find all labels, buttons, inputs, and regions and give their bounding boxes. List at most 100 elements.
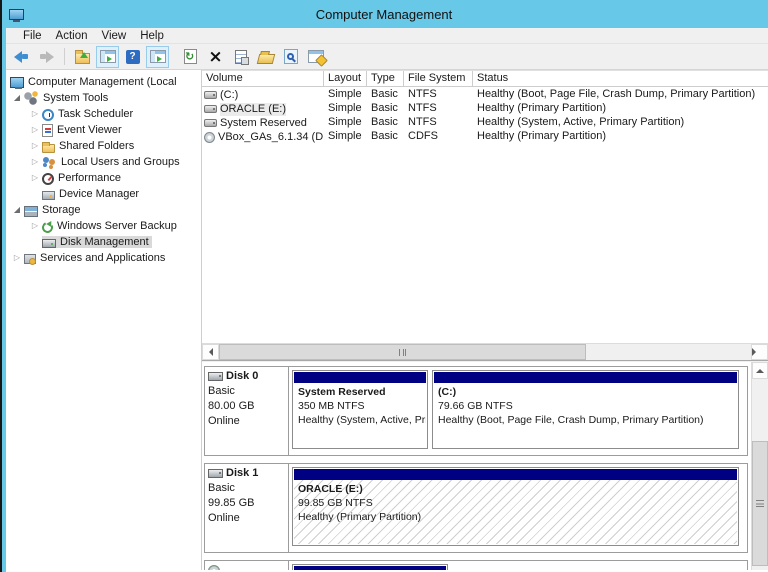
disk-name: Disk 0 <box>226 370 259 382</box>
column-header-status[interactable]: Status <box>473 71 768 86</box>
cell-layout: Simple <box>328 116 362 128</box>
sidebar-item-device-manager[interactable]: Device Manager <box>6 186 201 202</box>
scroll-left-button[interactable] <box>202 344 219 360</box>
volume-name: ORACLE (E:) <box>220 102 287 116</box>
window-title: Computer Management <box>315 6 453 22</box>
shared-folders-icon <box>42 141 55 153</box>
table-row[interactable]: System Reserved Simple Basic NTFS Health… <box>202 116 768 130</box>
sidebar-item-disk-management[interactable]: Disk Management <box>6 234 201 250</box>
task-scheduler-icon <box>42 108 54 121</box>
partition-color-bar <box>434 372 737 383</box>
menu-action[interactable]: Action <box>49 29 95 43</box>
table-row[interactable]: (C:) Simple Basic NTFS Healthy (Boot, Pa… <box>202 88 768 102</box>
scrollbar-track[interactable] <box>586 344 751 360</box>
drive-icon <box>204 119 217 127</box>
console-window-button[interactable] <box>304 46 327 68</box>
toggle-console-tree-button[interactable] <box>96 45 119 68</box>
chevron-collapsed-icon[interactable]: ▷ <box>28 218 42 234</box>
event-viewer-icon <box>42 123 53 137</box>
disk-graph-pane: Disk 0 Basic 80.00 GB Online System Rese… <box>202 362 768 570</box>
cell-status: Healthy (Primary Partition) <box>477 130 606 142</box>
volume-name: System Reserved <box>220 116 307 129</box>
sidebar-item-event-viewer[interactable]: ▷ Event Viewer <box>6 122 201 138</box>
disk-0-partitions: System Reserved 350 MB NTFS Healthy (Sys… <box>289 367 747 455</box>
details-area: Volume Layout Type File System Status (C… <box>202 70 768 570</box>
sidebar-item-shared-folders[interactable]: ▷ Shared Folders <box>6 138 201 154</box>
partition-dvd[interactable] <box>292 564 448 570</box>
chevron-collapsed-icon[interactable]: ▷ <box>28 170 42 186</box>
console-window-icon <box>307 50 324 63</box>
backup-icon <box>40 219 55 234</box>
menu-view[interactable]: View <box>95 29 134 43</box>
cell-type: Basic <box>371 130 398 142</box>
chevron-collapsed-icon[interactable]: ▷ <box>28 138 42 154</box>
scroll-left-icon <box>205 348 213 356</box>
disk-1-label[interactable]: Disk 1 Basic 99.85 GB Online <box>205 464 289 552</box>
scroll-right-button[interactable] <box>751 344 768 360</box>
back-button[interactable] <box>10 46 33 68</box>
disk-1-partitions: ORACLE (E:) 99.85 GB NTFS Healthy (Prima… <box>289 464 747 552</box>
disk-0-label[interactable]: Disk 0 Basic 80.00 GB Online <box>205 367 289 455</box>
sidebar-item-label: Local Users and Groups <box>61 156 180 168</box>
chevron-collapsed-icon[interactable]: ▷ <box>10 250 24 266</box>
menu-file[interactable]: File <box>16 29 49 43</box>
sidebar-item-services-applications[interactable]: ▷ Services and Applications <box>6 250 201 266</box>
partition-health: Healthy (System, Active, Primary Partiti… <box>298 414 426 426</box>
scroll-up-button[interactable] <box>752 362 768 379</box>
up-folder-button[interactable] <box>71 46 94 68</box>
partition-c[interactable]: (C:) 79.66 GB NTFS Healthy (Boot, Page F… <box>432 370 739 449</box>
horizontal-scrollbar[interactable] <box>202 343 768 360</box>
chevron-expanded-icon[interactable]: ◢ <box>10 202 24 218</box>
scrollbar-thumb[interactable] <box>752 441 768 566</box>
column-header-volume[interactable]: Volume <box>202 71 324 86</box>
chevron-expanded-icon[interactable]: ◢ <box>10 90 24 106</box>
table-row[interactable]: VBox_GAs_6.1.34 (D:) Simple Basic CDFS H… <box>202 130 768 144</box>
action-pane-icon <box>149 50 166 63</box>
scroll-right-icon <box>752 348 768 356</box>
users-icon <box>42 155 57 169</box>
sidebar-item-label: Shared Folders <box>59 140 135 152</box>
chevron-collapsed-icon[interactable]: ▷ <box>28 106 42 122</box>
partition-oracle-e[interactable]: ORACLE (E:) 99.85 GB NTFS Healthy (Prima… <box>292 467 739 546</box>
help-button[interactable]: ? <box>121 46 144 68</box>
disk-2-label[interactable] <box>205 561 289 570</box>
forward-button[interactable] <box>35 46 58 68</box>
menu-help[interactable]: Help <box>133 29 171 43</box>
chevron-collapsed-icon[interactable]: ▷ <box>28 122 42 138</box>
column-header-file-system[interactable]: File System <box>404 71 473 86</box>
cell-file-system: NTFS <box>408 88 437 100</box>
sidebar-item-windows-server-backup[interactable]: ▷ Windows Server Backup <box>6 218 201 234</box>
partition-system-reserved[interactable]: System Reserved 350 MB NTFS Healthy (Sys… <box>292 370 428 449</box>
sidebar-item-local-users-groups[interactable]: ▷ Local Users and Groups <box>6 154 201 170</box>
sidebar-item-computer-management[interactable]: Computer Management (Local <box>6 74 201 90</box>
up-folder-icon <box>75 49 90 64</box>
storage-icon <box>24 205 38 217</box>
thumb-grip <box>399 348 406 356</box>
system-tools-icon <box>24 91 39 105</box>
disk-kind: Basic <box>208 385 235 397</box>
refresh-button[interactable]: ↻ <box>179 46 202 68</box>
sidebar-item-task-scheduler[interactable]: ▷ Task Scheduler <box>6 106 201 122</box>
scrollbar-thumb[interactable] <box>219 344 586 360</box>
sidebar-item-label: Task Scheduler <box>58 108 134 120</box>
toggle-action-pane-button[interactable] <box>146 45 169 68</box>
open-folder-button[interactable] <box>254 46 277 68</box>
open-folder-icon <box>256 53 275 64</box>
sidebar-item-system-tools[interactable]: ◢ System Tools <box>6 90 201 106</box>
delete-button[interactable]: × <box>204 46 227 68</box>
find-button[interactable] <box>279 46 302 68</box>
table-row[interactable]: ORACLE (E:) Simple Basic NTFS Healthy (P… <box>202 102 768 116</box>
chevron-collapsed-icon[interactable]: ▷ <box>28 154 42 170</box>
column-header-layout[interactable]: Layout <box>324 71 367 86</box>
sidebar-item-label: Event Viewer <box>57 124 122 136</box>
disk-management-icon <box>42 239 56 248</box>
titlebar: Computer Management <box>0 0 768 28</box>
sidebar-item-performance[interactable]: ▷ Performance <box>6 170 201 186</box>
partition-detail: 350 MB NTFS <box>298 400 365 412</box>
disk-state: Online <box>208 415 240 427</box>
properties-button[interactable] <box>229 46 252 68</box>
column-header-type[interactable]: Type <box>367 71 404 86</box>
sidebar-item-storage[interactable]: ◢ Storage <box>6 202 201 218</box>
vertical-scrollbar[interactable] <box>751 362 768 570</box>
partition-title: (C:) <box>438 386 457 398</box>
